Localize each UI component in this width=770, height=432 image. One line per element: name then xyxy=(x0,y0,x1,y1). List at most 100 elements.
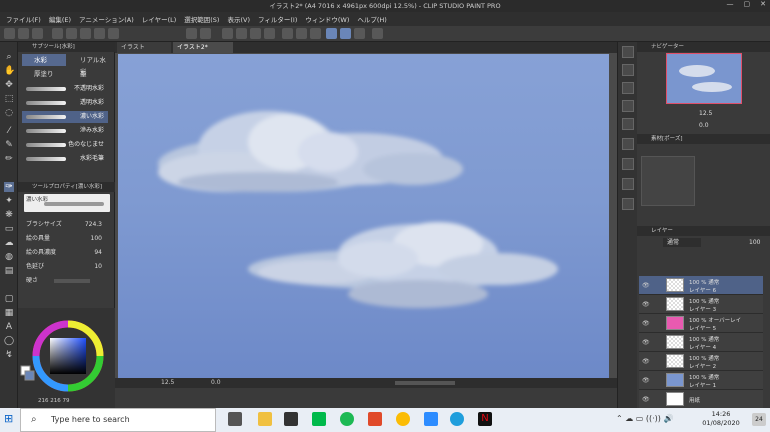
correct-line-tool-icon[interactable]: ↯ xyxy=(4,350,14,360)
clip-studio-taskbar-icon[interactable] xyxy=(284,412,298,426)
grid-icon[interactable] xyxy=(310,28,321,39)
lock-icon[interactable] xyxy=(372,28,383,39)
eye-icon[interactable]: 👁 xyxy=(642,320,650,327)
menu-layer[interactable]: レイヤー(L) xyxy=(142,14,177,24)
search-icon[interactable] xyxy=(622,46,634,58)
navigator-angle[interactable]: 0.0 xyxy=(699,122,709,129)
layer-row[interactable]: 👁 100 % 通常 レイヤー 6 xyxy=(639,276,763,295)
save-icon[interactable] xyxy=(32,28,43,39)
layer-row[interactable]: 👁 用紙 xyxy=(639,390,763,409)
menu-animation[interactable]: アニメーション(A) xyxy=(79,14,134,24)
prop-paint-density[interactable]: 絵の具濃度 94 xyxy=(26,248,114,258)
lasso-tool-icon[interactable]: ◌ xyxy=(4,108,14,118)
subtool-tab-ink[interactable]: 墨 xyxy=(68,68,112,80)
pose-preview[interactable] xyxy=(641,156,695,206)
menu-window[interactable]: ウィンドウ(W) xyxy=(305,14,349,24)
edge-icon[interactable] xyxy=(450,412,464,426)
snap-ruler-icon[interactable] xyxy=(326,28,337,39)
office-icon[interactable] xyxy=(368,412,382,426)
prop-color-stretch[interactable]: 色延び 10 xyxy=(26,262,114,272)
drawing-canvas[interactable] xyxy=(118,54,609,378)
chrome-icon[interactable] xyxy=(396,412,410,426)
maximize-button[interactable]: ▢ xyxy=(744,0,751,12)
material-panel-icon[interactable] xyxy=(622,138,634,150)
history-icon[interactable] xyxy=(622,178,634,190)
menu-selection[interactable]: 選択範囲(S) xyxy=(184,14,219,24)
eye-icon[interactable]: 👁 xyxy=(642,358,650,365)
menu-help[interactable]: ヘルプ(H) xyxy=(357,14,386,24)
pen-tool-icon[interactable]: ✎ xyxy=(4,140,14,150)
task-view-icon[interactable] xyxy=(228,412,242,426)
eye-icon[interactable]: 👁 xyxy=(642,282,650,289)
sub-view-icon[interactable] xyxy=(622,82,634,94)
close-button[interactable]: ✕ xyxy=(760,0,766,12)
frame-tool-icon[interactable]: ▦ xyxy=(4,308,14,318)
subtool-tab-real-watercolor[interactable]: リアル水彩 xyxy=(68,54,112,76)
cloud-icon[interactable] xyxy=(108,28,119,39)
text-tool-icon[interactable]: A xyxy=(4,322,14,332)
subtool-tab-thick-paint[interactable]: 厚塗り xyxy=(22,68,66,80)
prop-paint-amount[interactable]: 絵の具量 100 xyxy=(26,234,114,244)
eye-icon[interactable]: 👁 xyxy=(642,396,650,403)
brush-item[interactable]: 不透明水彩 xyxy=(22,83,108,95)
navigator-zoom[interactable]: 12.5 xyxy=(699,110,712,117)
redo-icon[interactable] xyxy=(200,28,211,39)
folder-icon[interactable] xyxy=(94,28,105,39)
airbrush-tool-icon[interactable]: ✦ xyxy=(4,196,14,206)
brush-item[interactable]: 色のなじませ xyxy=(22,139,108,151)
netflix-icon[interactable]: N xyxy=(478,412,492,426)
figure-tool-icon[interactable]: ▢ xyxy=(4,294,14,304)
menu-filter[interactable]: フィルター(I) xyxy=(258,14,297,24)
prop-hardness[interactable]: 硬さ xyxy=(26,276,114,286)
transform-icon[interactable] xyxy=(264,28,275,39)
settings-icon[interactable] xyxy=(80,28,91,39)
gradient-tool-icon[interactable]: ▤ xyxy=(4,266,14,276)
move-tool-icon[interactable]: ✥ xyxy=(4,80,14,90)
clear-icon[interactable] xyxy=(236,28,247,39)
close-panel-icon[interactable] xyxy=(622,118,634,130)
layer-row[interactable]: 👁 100 % 通常 レイヤー 2 xyxy=(639,352,763,371)
menu-file[interactable]: ファイル(F) xyxy=(6,14,41,24)
undo-icon[interactable] xyxy=(186,28,197,39)
taskbar-clock[interactable]: 14:26 01/08/2020 xyxy=(700,410,742,428)
zoom-tool-icon[interactable]: ⌕ xyxy=(4,52,14,62)
decoration-tool-icon[interactable]: ❋ xyxy=(4,210,14,220)
menu-view[interactable]: 表示(V) xyxy=(227,14,250,24)
assets-icon[interactable] xyxy=(66,28,77,39)
eraser-tool-icon[interactable]: ▭ xyxy=(4,224,14,234)
eyedropper-tool-icon[interactable]: ⁄ xyxy=(4,126,14,136)
new-file-icon[interactable] xyxy=(4,28,15,39)
hand-tool-icon[interactable]: ✋ xyxy=(4,66,15,76)
zoom-app-icon[interactable] xyxy=(424,412,438,426)
navigator-thumbnail[interactable] xyxy=(666,53,742,104)
open-file-icon[interactable] xyxy=(18,28,29,39)
tab-illust-2[interactable]: イラスト2* xyxy=(173,42,233,53)
navigator-panel-icon[interactable] xyxy=(622,64,634,76)
color-wheel[interactable] xyxy=(18,308,115,408)
pencil-tool-icon[interactable]: ✏ xyxy=(4,154,14,164)
fill-icon[interactable] xyxy=(250,28,261,39)
file-explorer-icon[interactable] xyxy=(258,412,272,426)
blend-mode-select[interactable]: 通常 xyxy=(663,238,701,247)
line-app-icon[interactable] xyxy=(312,412,326,426)
clip-studio-icon[interactable] xyxy=(52,28,63,39)
layer-property-icon[interactable] xyxy=(622,158,634,170)
snap-special-ruler-icon[interactable] xyxy=(340,28,351,39)
snap-icon[interactable] xyxy=(296,28,307,39)
ruler-icon[interactable] xyxy=(282,28,293,39)
windows-start-icon[interactable]: ⊞ xyxy=(4,413,16,425)
horizontal-scrollbar[interactable] xyxy=(395,381,455,385)
brush-tool-icon[interactable]: ✑ xyxy=(4,182,14,192)
eye-icon[interactable]: 👁 xyxy=(642,301,650,308)
tab-illust[interactable]: イラスト xyxy=(117,42,171,53)
balloon-tool-icon[interactable]: ◯ xyxy=(4,336,14,346)
subtool-tab-watercolor[interactable]: 水彩 xyxy=(22,54,66,66)
minimize-button[interactable]: — xyxy=(727,0,734,12)
system-tray[interactable]: ⌃ ☁ ▭ ((·)) 🔊 xyxy=(616,414,673,423)
snap-grid-icon[interactable] xyxy=(354,28,365,39)
canvas-rotation-value[interactable]: 0.0 xyxy=(211,379,221,386)
eye-icon[interactable]: 👁 xyxy=(642,377,650,384)
brush-item[interactable]: 透明水彩 xyxy=(22,97,108,109)
menu-edit[interactable]: 編集(E) xyxy=(49,14,71,24)
layer-row[interactable]: 👁 100 % 通常 レイヤー 1 xyxy=(639,371,763,390)
